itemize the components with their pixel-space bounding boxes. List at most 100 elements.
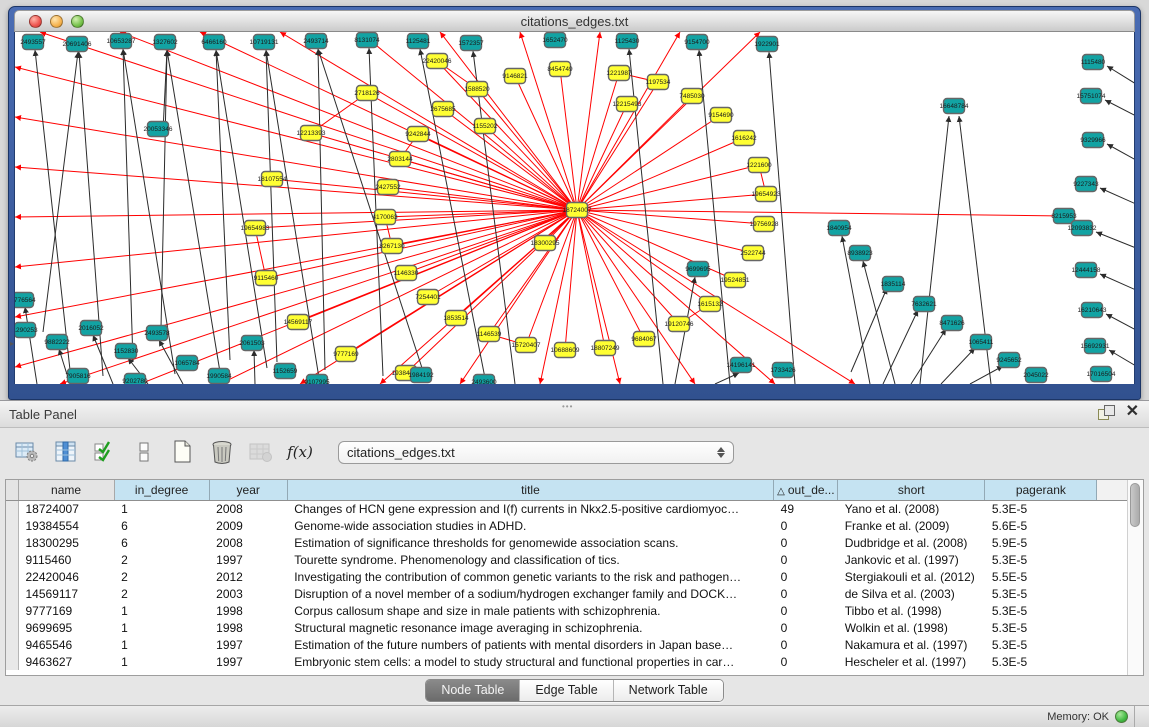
- create-table-icon[interactable]: [170, 439, 196, 465]
- delete-table-icon[interactable]: [209, 439, 235, 465]
- graph-node[interactable]: 1572357: [458, 36, 484, 51]
- table-row[interactable]: 946362711997Embryonic stem cells: a mode…: [6, 653, 1127, 670]
- graph-node[interactable]: 14569117: [284, 315, 313, 330]
- graph-node[interactable]: 2522744: [740, 246, 766, 261]
- table-cell[interactable]: 14569117: [18, 585, 114, 602]
- table-cell[interactable]: Estimation of the future numbers of pati…: [287, 636, 773, 653]
- graph-node[interactable]: 12093832: [1068, 221, 1097, 236]
- table-cell[interactable]: Investigating the contribution of common…: [287, 568, 773, 585]
- graph-node[interactable]: 1922901: [754, 37, 780, 52]
- table-row[interactable]: 946554611997Estimation of the future num…: [6, 636, 1127, 653]
- graph-node[interactable]: 18107554: [258, 172, 287, 187]
- table-cell[interactable]: 5.3E-5: [985, 636, 1097, 653]
- table-cell[interactable]: 5.3E-5: [985, 500, 1097, 517]
- table-cell[interactable]: Tourette syndrome. Phenomenology and cla…: [287, 551, 773, 568]
- table-cell[interactable]: Genome-wide association studies in ADHD.: [287, 517, 773, 534]
- table-cell[interactable]: 0: [774, 568, 838, 585]
- table-cell[interactable]: 0: [774, 551, 838, 568]
- graph-node[interactable]: 8938923: [847, 246, 873, 261]
- table-cell[interactable]: 5.3E-5: [985, 653, 1097, 670]
- table-cell[interactable]: 0: [774, 517, 838, 534]
- network-canvas[interactable]: 1872400784547499146821158852026756859242…: [14, 32, 1135, 384]
- graph-node[interactable]: 12215493: [613, 97, 642, 112]
- table-cell[interactable]: 18724007: [18, 500, 114, 517]
- graph-node[interactable]: 1588520: [464, 82, 490, 97]
- table-cell[interactable]: 49: [774, 500, 838, 517]
- graph-node[interactable]: 8131074: [354, 33, 380, 48]
- graph-node[interactable]: 14196141: [727, 358, 756, 373]
- graph-node[interactable]: 1146330: [394, 266, 419, 281]
- table-cell[interactable]: Changes of HCN gene expression and I(f) …: [287, 500, 773, 517]
- graph-node[interactable]: 2675685: [430, 102, 456, 117]
- graph-node[interactable]: 9699695: [685, 262, 711, 277]
- table-cell[interactable]: 2012: [209, 568, 287, 585]
- table-cell[interactable]: 1997: [209, 636, 287, 653]
- table-cell[interactable]: 1997: [209, 653, 287, 670]
- graph-node[interactable]: 1065411: [969, 335, 994, 350]
- table-cell[interactable]: 9777169: [18, 602, 114, 619]
- graph-node[interactable]: 19120746: [665, 317, 694, 332]
- graph-node[interactable]: 15692931: [1081, 339, 1110, 354]
- table-row[interactable]: 977716911998Corpus callosum shape and si…: [6, 602, 1127, 619]
- table-cell[interactable]: 9465546: [18, 636, 114, 653]
- table-cell[interactable]: 1: [114, 636, 209, 653]
- graph-node[interactable]: 9245652: [996, 353, 1022, 368]
- scrollbar-thumb[interactable]: [1130, 483, 1140, 527]
- table-cell[interactable]: Franke et al. (2009): [838, 517, 985, 534]
- table-cell[interactable]: 1: [114, 653, 209, 670]
- table-cell[interactable]: 19384554: [18, 517, 114, 534]
- table-cell[interactable]: 2: [114, 551, 209, 568]
- graph-node[interactable]: 9242844: [405, 127, 431, 142]
- graph-node[interactable]: 10653287: [107, 34, 136, 49]
- table-cell[interactable]: Dudbridge et al. (2008): [838, 534, 985, 551]
- graph-node[interactable]: 1990584: [206, 369, 232, 384]
- graph-node[interactable]: 12213393: [297, 126, 326, 141]
- table-cell[interactable]: 5.5E-5: [985, 568, 1097, 585]
- column-header-year[interactable]: year: [209, 480, 287, 500]
- graph-node[interactable]: 10688609: [551, 343, 580, 358]
- graph-node[interactable]: 2016052: [78, 321, 104, 336]
- table-cell[interactable]: Disruption of a novel member of a sodium…: [287, 585, 773, 602]
- graph-node[interactable]: 12444158: [1072, 263, 1101, 278]
- table-row[interactable]: 2242004622012Investigating the contribut…: [6, 568, 1127, 585]
- graph-node[interactable]: 1615132: [697, 297, 723, 312]
- table-cell[interactable]: Jankovic et al. (1997): [838, 551, 985, 568]
- graph-node[interactable]: 1840954: [826, 221, 852, 236]
- table-cell[interactable]: 0: [774, 534, 838, 551]
- graph-node[interactable]: 1125430: [615, 34, 640, 49]
- table-cell[interactable]: 9115460: [18, 551, 114, 568]
- graph-node[interactable]: 9146821: [502, 69, 528, 84]
- table-cell[interactable]: 1: [114, 602, 209, 619]
- window-titlebar[interactable]: citations_edges.txt: [14, 10, 1135, 32]
- row-options-icon[interactable]: [131, 439, 157, 465]
- graph-node[interactable]: 2427552: [375, 180, 401, 195]
- graph-node[interactable]: 1853514: [443, 311, 469, 326]
- graph-node[interactable]: 7485030: [679, 89, 705, 104]
- table-cell[interactable]: Stergiakouli et al. (2012): [838, 568, 985, 585]
- graph-node[interactable]: 8454749: [547, 62, 573, 77]
- table-cell[interactable]: 6: [114, 517, 209, 534]
- table-cell[interactable]: 18300295: [18, 534, 114, 551]
- graph-node[interactable]: 1197534: [646, 75, 671, 90]
- graph-node[interactable]: 6466160: [201, 35, 227, 50]
- graph-node[interactable]: 1065784: [174, 356, 200, 371]
- table-cell[interactable]: 9463627: [18, 653, 114, 670]
- graph-node[interactable]: 1146539: [477, 327, 502, 342]
- table-cell[interactable]: 1998: [209, 602, 287, 619]
- table-cell[interactable]: 5.6E-5: [985, 517, 1097, 534]
- splitter-handle[interactable]: •••: [562, 402, 573, 411]
- graph-node[interactable]: 20053346: [144, 122, 173, 137]
- table-cell[interactable]: 5.3E-5: [985, 602, 1097, 619]
- panel-collapse-arrow[interactable]: ▸: [10, 339, 14, 348]
- graph-node[interactable]: 9202780: [122, 374, 148, 385]
- table-cell[interactable]: Estimation of significance thresholds fo…: [287, 534, 773, 551]
- graph-node[interactable]: 1835114: [881, 277, 906, 292]
- table-cell[interactable]: 2008: [209, 500, 287, 517]
- graph-node[interactable]: 1652470: [542, 33, 568, 48]
- graph-node[interactable]: 15751074: [1077, 89, 1106, 104]
- table-cell[interactable]: 0: [774, 636, 838, 653]
- graph-node[interactable]: 8267130: [379, 239, 405, 254]
- table-cell[interactable]: 5.3E-5: [985, 551, 1097, 568]
- graph-node[interactable]: 19654923: [752, 187, 781, 202]
- graph-node[interactable]: 2493714: [303, 34, 329, 49]
